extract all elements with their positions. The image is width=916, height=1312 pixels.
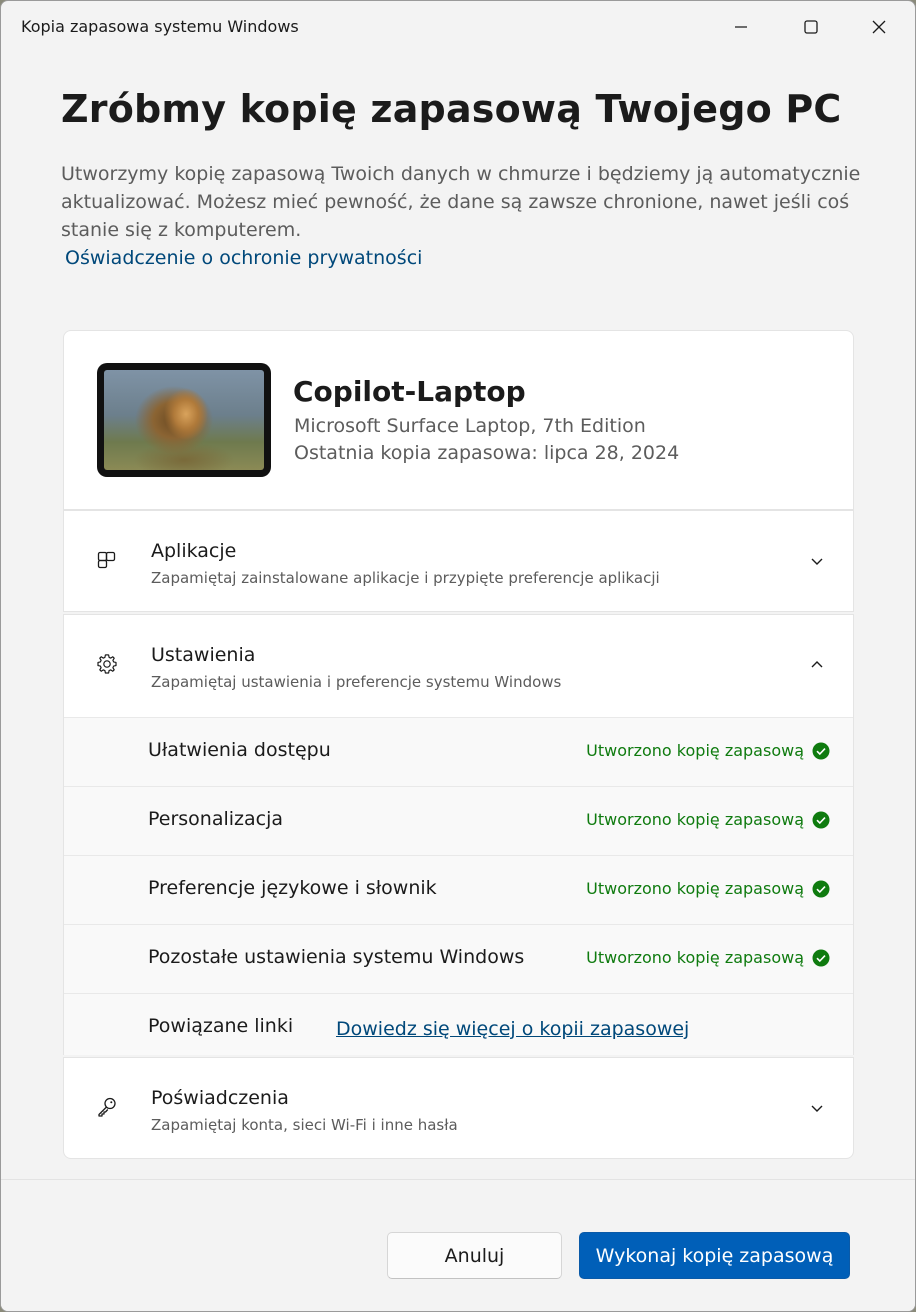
start-backup-button[interactable]: Wykonaj kopię zapasową (579, 1232, 850, 1279)
key-icon (98, 1097, 116, 1117)
settings-section-subtitle: Zapamiętaj ustawienia i preferencje syst… (151, 673, 562, 691)
settings-item-label: Pozostałe ustawienia systemu Windows (148, 946, 525, 968)
page-title: Zróbmy kopię zapasową Twojego PC (61, 87, 842, 131)
last-backup-date: Ostatnia kopia zapasowa: lipca 28, 2024 (294, 442, 680, 464)
device-model: Microsoft Surface Laptop, 7th Edition (294, 415, 646, 437)
backup-window: Kopia zapasowa systemu Windows Zróbmy ko… (0, 0, 916, 1312)
apps-section-header[interactable]: Aplikacje Zapamiętaj zainstalowane aplik… (64, 511, 853, 611)
check-circle-icon (812, 742, 830, 760)
chevron-down-icon (811, 558, 823, 565)
settings-item-label: Personalizacja (148, 808, 284, 830)
backup-status: Utworzono kopię zapasową (586, 810, 804, 829)
dialog-footer: Anuluj Wykonaj kopię zapasową (1, 1179, 915, 1311)
minimize-icon (735, 26, 747, 28)
page-description: Utworzymy kopię zapasową Twoich danych w… (61, 163, 861, 241)
credentials-section-subtitle: Zapamiętaj konta, sieci Wi-Fi i inne has… (151, 1116, 458, 1134)
device-name: Copilot-Laptop (293, 375, 526, 408)
backup-status: Utworzono kopię zapasową (586, 879, 804, 898)
window-title: Kopia zapasowa systemu Windows (21, 17, 299, 36)
close-button[interactable] (845, 1, 913, 53)
chevron-down-icon (811, 1105, 823, 1112)
privacy-statement-link[interactable]: Oświadczenie o ochronie prywatności (65, 247, 422, 269)
cancel-button[interactable]: Anuluj (387, 1232, 562, 1279)
apps-section-subtitle: Zapamiętaj zainstalowane aplikacje i prz… (151, 569, 660, 587)
related-links-label: Powiązane linki (148, 1015, 294, 1037)
maximize-button[interactable] (777, 1, 845, 53)
settings-item-personalization: Personalizacja Utworzono kopię zapasową (64, 786, 853, 855)
backup-status: Utworzono kopię zapasową (586, 741, 804, 760)
credentials-section: Poświadczenia Zapamiętaj konta, sieci Wi… (63, 1057, 854, 1159)
close-icon (872, 20, 886, 34)
apps-icon (97, 551, 116, 569)
settings-section: Ustawienia Zapamiętaj ustawienia i prefe… (63, 614, 854, 1055)
settings-section-header[interactable]: Ustawienia Zapamiętaj ustawienia i prefe… (64, 615, 853, 717)
gear-icon (97, 654, 117, 674)
chevron-up-icon (811, 661, 823, 668)
desktop-wallpaper-image (104, 370, 264, 470)
check-circle-icon (812, 949, 830, 967)
title-bar: Kopia zapasowa systemu Windows (1, 1, 915, 53)
learn-more-backup-link[interactable]: Dowiedz się więcej o kopii zapasowej (336, 1018, 689, 1040)
device-thumbnail (97, 363, 271, 477)
settings-item-language: Preferencje językowe i słownik Utworzono… (64, 855, 853, 924)
device-card: Copilot-Laptop Microsoft Surface Laptop,… (63, 330, 854, 510)
apps-section-title: Aplikacje (151, 540, 237, 562)
related-links-row: Powiązane linki Dowiedz się więcej o kop… (64, 993, 853, 1055)
apps-section: Aplikacje Zapamiętaj zainstalowane aplik… (63, 510, 854, 612)
backup-status: Utworzono kopię zapasową (586, 948, 804, 967)
settings-item-accessibility: Ułatwienia dostępu Utworzono kopię zapas… (64, 717, 853, 786)
minimize-button[interactable] (707, 1, 775, 53)
settings-item-label: Preferencje językowe i słownik (148, 877, 437, 899)
settings-section-title: Ustawienia (151, 644, 256, 666)
settings-item-other-windows: Pozostałe ustawienia systemu Windows Utw… (64, 924, 853, 993)
credentials-section-header[interactable]: Poświadczenia Zapamiętaj konta, sieci Wi… (64, 1058, 853, 1158)
check-circle-icon (812, 880, 830, 898)
credentials-section-title: Poświadczenia (151, 1087, 289, 1109)
settings-item-label: Ułatwienia dostępu (148, 739, 331, 761)
maximize-icon (804, 20, 818, 34)
check-circle-icon (812, 811, 830, 829)
